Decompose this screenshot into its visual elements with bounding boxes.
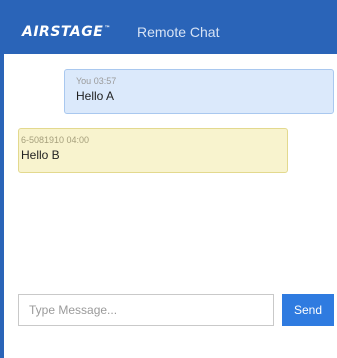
message-input[interactable] [18,294,274,326]
message-text: Hello A [76,89,115,103]
airstage-logo: AIRSTAGE™ [22,24,111,40]
page-title: Remote Chat [137,24,220,40]
message-outgoing: You 03:57 Hello A [64,69,334,114]
logo-trademark: ™ [104,25,111,33]
message-meta: 6-5081910 04:00 [21,135,90,145]
logo-text: AIRSTAGE [22,24,104,40]
header-bar: AIRSTAGE™ Remote Chat [0,0,337,54]
send-button[interactable]: Send [282,294,334,326]
message-incoming: 6-5081910 04:00 Hello B [18,128,288,173]
chat-window: AIRSTAGE™ Remote Chat You 03:57 Hello A … [0,0,337,358]
message-meta: You 03:57 [76,76,117,86]
composer-bar: Send [4,292,337,332]
message-text: Hello B [21,148,60,162]
